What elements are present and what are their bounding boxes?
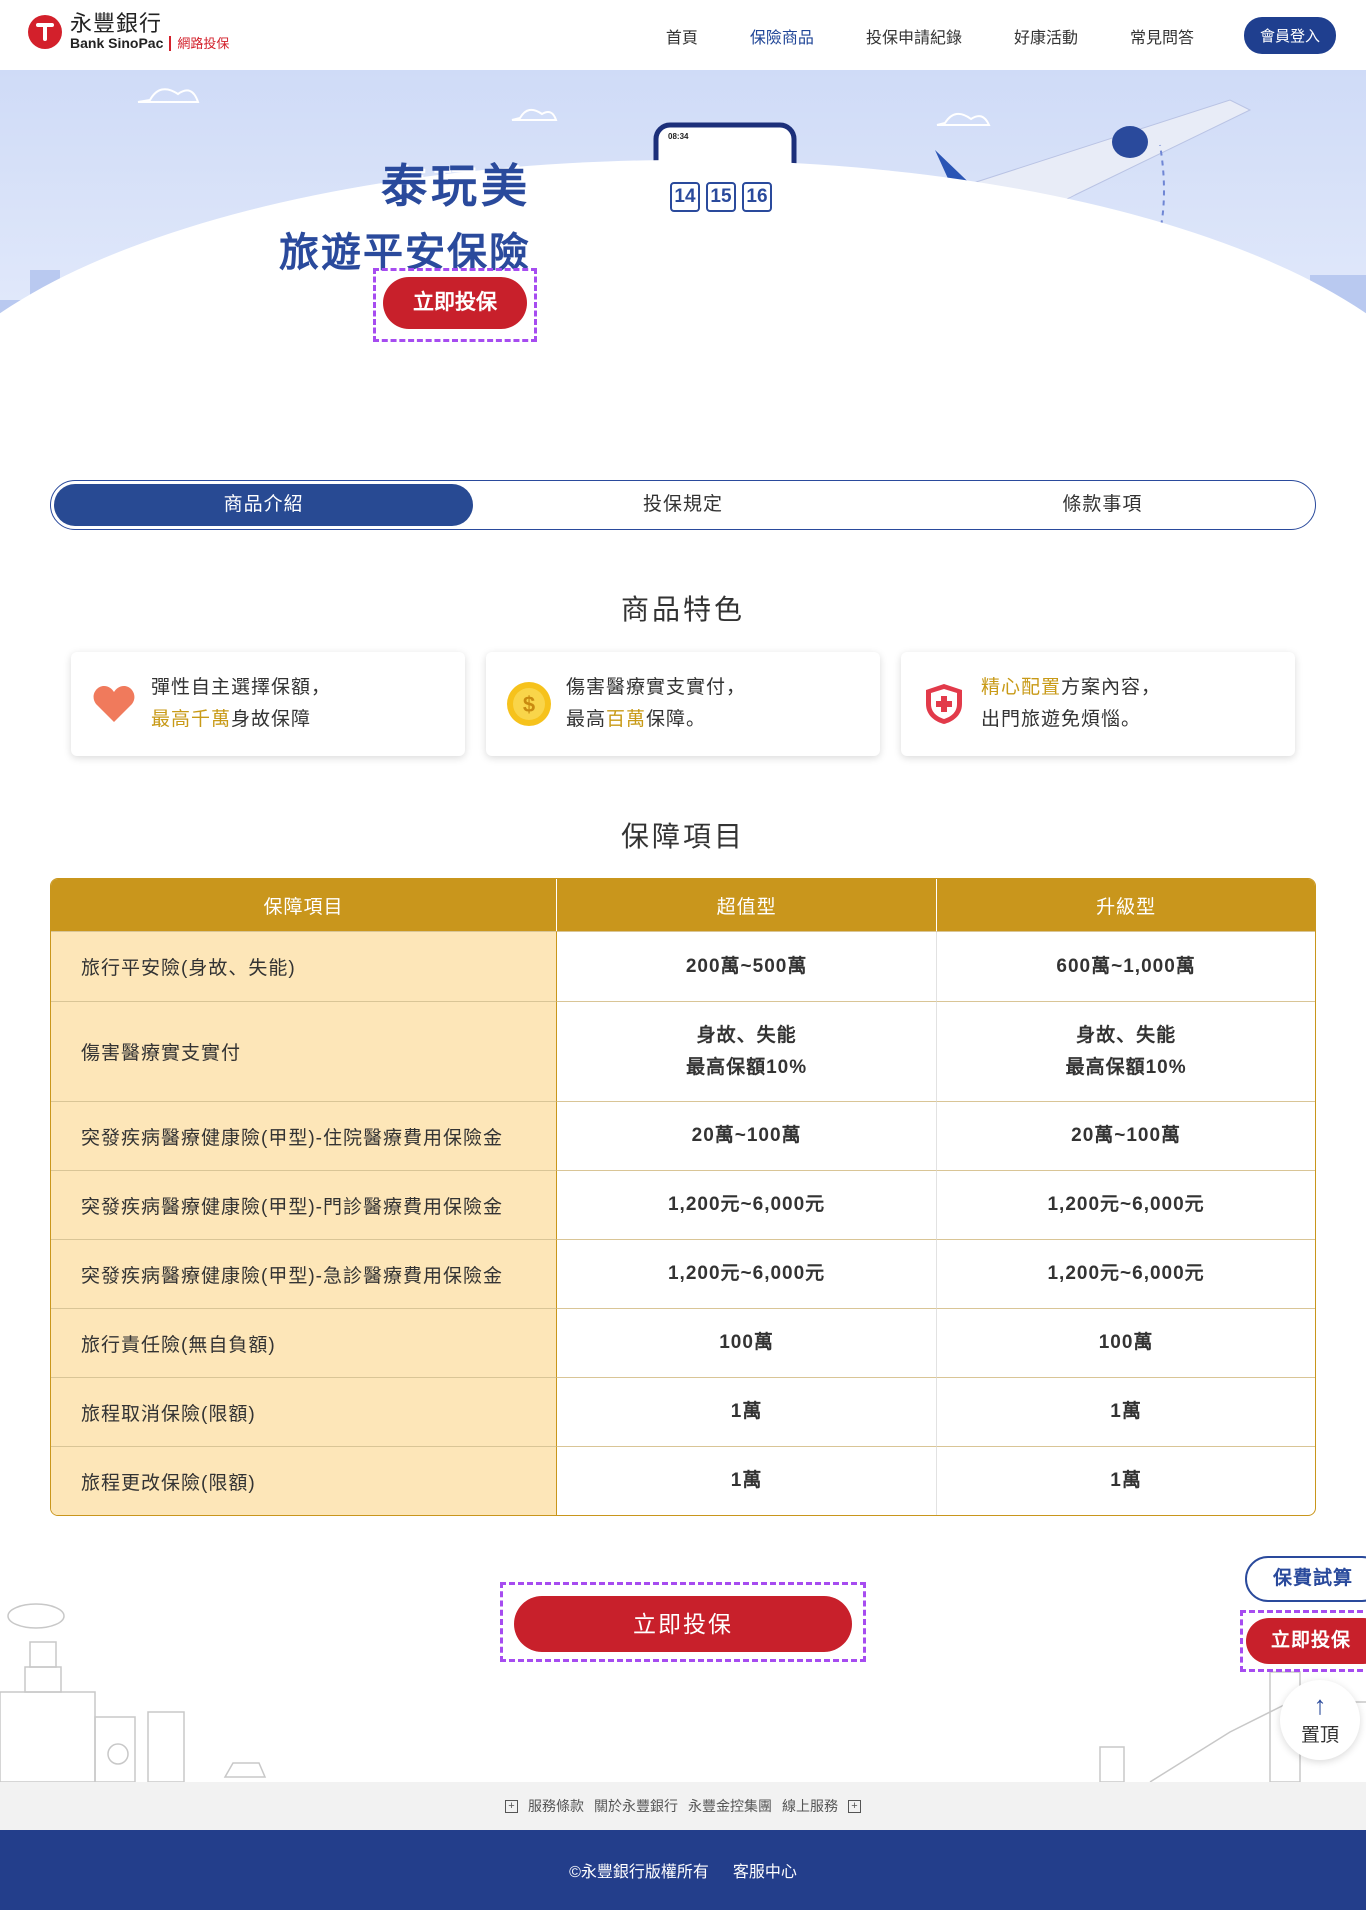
basic-plan-cell: 20萬~100萬 bbox=[557, 1101, 938, 1170]
col-header-item: 保障項目 bbox=[51, 879, 557, 931]
feature-1-rest: 身故保障 bbox=[231, 709, 312, 730]
feature-card: $ 傷害醫療實支實付， 最高百萬保障。 bbox=[486, 652, 880, 756]
coverage-table: 保障項目 超值型 升級型 旅行平安險(身故、失能) 200萬~500萬 600萬~1… bbox=[50, 878, 1316, 1516]
footer-link-online[interactable]: 線上服務 bbox=[782, 1796, 838, 1816]
content-tabs: 商品介紹 投保規定 條款事項 bbox=[50, 480, 1316, 530]
coverage-title: 保障項目 bbox=[620, 821, 745, 852]
upgrade-plan-cell: 1萬 bbox=[937, 1377, 1315, 1446]
sinopac-logo-icon bbox=[28, 14, 62, 49]
expand-icon[interactable]: + bbox=[848, 1799, 861, 1813]
float-apply-button[interactable]: 立即投保 bbox=[1246, 1618, 1366, 1664]
col-header-upgrade: 升級型 bbox=[937, 879, 1315, 931]
shield-icon bbox=[921, 681, 967, 727]
table-row: 旅程取消保險(限額) 1萬 1萬 bbox=[51, 1377, 1315, 1446]
coverage-item-cell: 突發疾病醫療健康險(甲型)-住院醫療費用保險金 bbox=[51, 1101, 557, 1170]
feature-2-highlight: 百萬 bbox=[606, 709, 647, 730]
nav-insurance-products[interactable]: 保險商品 bbox=[750, 24, 814, 48]
site-header: 永豐銀行 Bank SinoPac 網路投保 首頁 保險商品 投保申請紀錄 好康活… bbox=[0, 0, 1366, 70]
feature-3-rest: 方案內容， bbox=[1061, 677, 1162, 698]
feature-3-highlight: 精心配置 bbox=[981, 677, 1062, 698]
basic-plan-cell: 200萬~500萬 bbox=[557, 931, 938, 1001]
upgrade-plan-cell: 1,200元~6,000元 bbox=[937, 1170, 1315, 1239]
feature-2-rest: 保障。 bbox=[646, 709, 707, 730]
calendar-day: 15 bbox=[706, 182, 736, 212]
tab-product-intro[interactable]: 商品介紹 bbox=[54, 484, 474, 526]
arrow-up-icon: ↑ bbox=[1313, 1690, 1327, 1720]
banner-title-block: 泰玩美 旅遊平安保險 bbox=[275, 150, 531, 278]
feature-1-line1: 彈性自主選擇保額， bbox=[151, 677, 332, 698]
banner-apply-button[interactable]: 立即投保 bbox=[383, 277, 527, 329]
phone-calendar: 14 15 16 bbox=[670, 182, 772, 212]
upgrade-plan-cell: 20萬~100萬 bbox=[937, 1101, 1315, 1170]
footer-bar: ©永豐銀行版權所有 客服中心 bbox=[0, 1830, 1366, 1910]
feature-2-line1: 傷害醫療實支實付， bbox=[566, 677, 747, 698]
coin-icon: $ bbox=[506, 681, 552, 727]
tab-terms[interactable]: 條款事項 bbox=[893, 484, 1312, 526]
table-row: 突發疾病醫療健康險(甲型)-門診醫療費用保險金 1,200元~6,000元 1,20… bbox=[51, 1170, 1315, 1239]
feature-card: 精心配置方案內容， 出門旅遊免煩惱。 bbox=[901, 652, 1295, 756]
table-row: 旅程更改保險(限額) 1萬 1萬 bbox=[51, 1446, 1315, 1515]
upgrade-plan-cell: 100萬 bbox=[937, 1308, 1315, 1377]
calendar-day: 16 bbox=[742, 182, 772, 212]
back-to-top-button[interactable]: ↑ 置頂 bbox=[1280, 1680, 1360, 1760]
basic-plan-cell: 1,200元~6,000元 bbox=[557, 1239, 938, 1308]
table-row: 旅行平安險(身故、失能) 200萬~500萬 600萬~1,000萬 bbox=[51, 931, 1315, 1001]
feature-1-highlight: 最高千萬 bbox=[151, 709, 232, 730]
feature-2-pre: 最高 bbox=[566, 709, 607, 730]
basic-plan-cell: 身故、失能 最高保額10% bbox=[557, 1001, 938, 1101]
nav-application-records[interactable]: 投保申請紀錄 bbox=[866, 24, 962, 48]
logo-chinese-name: 永豐銀行 bbox=[70, 11, 163, 36]
upgrade-plan-cell: 身故、失能 最高保額10% bbox=[937, 1001, 1315, 1101]
heart-icon bbox=[91, 681, 137, 727]
basic-plan-cell: 1萬 bbox=[557, 1377, 938, 1446]
table-row: 傷害醫療實支實付 身故、失能 最高保額10% 身故、失能 最高保額10% bbox=[51, 1001, 1315, 1101]
coverage-item-cell: 旅行平安險(身故、失能) bbox=[51, 931, 557, 1001]
col-header-basic: 超值型 bbox=[557, 879, 938, 931]
table-row: 突發疾病醫療健康險(甲型)-急診醫療費用保險金 1,200元~6,000元 1,20… bbox=[51, 1239, 1315, 1308]
logo-english-name: Bank SinoPac bbox=[70, 35, 164, 52]
footer-scenery bbox=[0, 1603, 1366, 1782]
premium-calculator-button[interactable]: 保費試算 bbox=[1245, 1556, 1366, 1602]
upgrade-plan-cell: 1,200元~6,000元 bbox=[937, 1239, 1315, 1308]
back-to-top-label: 置頂 bbox=[1300, 1725, 1339, 1746]
coverage-item-cell: 旅程更改保險(限額) bbox=[51, 1446, 557, 1515]
main-nav: 首頁 保險商品 投保申請紀錄 好康活動 常見問答 會員登入 bbox=[614, 17, 1336, 54]
upgrade-plan-cell: 1萬 bbox=[937, 1446, 1315, 1515]
nav-promotions[interactable]: 好康活動 bbox=[1014, 24, 1078, 48]
nav-faq[interactable]: 常見問答 bbox=[1130, 24, 1194, 48]
coverage-item-cell: 旅程取消保險(限額) bbox=[51, 1377, 557, 1446]
footer-link-about[interactable]: 關於永豐銀行 bbox=[594, 1796, 678, 1816]
nav-home[interactable]: 首頁 bbox=[666, 24, 698, 48]
phone-time: 08:34 bbox=[668, 132, 689, 141]
coverage-item-cell: 旅行責任險(無自負額) bbox=[51, 1308, 557, 1377]
feature-3-line2: 出門旅遊免煩惱。 bbox=[981, 709, 1142, 730]
basic-plan-cell: 100萬 bbox=[557, 1308, 938, 1377]
copyright-text: ©永豐銀行版權所有 bbox=[569, 1864, 709, 1881]
calendar-day: 14 bbox=[670, 182, 700, 212]
basic-plan-cell: 1,200元~6,000元 bbox=[557, 1170, 938, 1239]
logo-subtitle: 網路投保 bbox=[169, 36, 230, 52]
feature-card: 彈性自主選擇保額， 最高千萬身故保障 bbox=[71, 652, 465, 756]
upgrade-plan-cell: 600萬~1,000萬 bbox=[937, 931, 1315, 1001]
customer-service-link[interactable]: 客服中心 bbox=[733, 1858, 797, 1882]
footer-link-group[interactable]: 永豐金控集團 bbox=[688, 1796, 772, 1816]
features-title: 商品特色 bbox=[620, 594, 745, 625]
basic-plan-cell: 1萬 bbox=[557, 1446, 938, 1515]
bank-logo[interactable]: 永豐銀行 Bank SinoPac 網路投保 bbox=[28, 11, 230, 52]
table-header-row: 保障項目 超值型 升級型 bbox=[51, 879, 1315, 931]
banner-title-line1: 泰玩美 bbox=[381, 160, 531, 212]
table-row: 突發疾病醫療健康險(甲型)-住院醫療費用保險金 20萬~100萬 20萬~100萬 bbox=[51, 1101, 1315, 1170]
footer-links: + 服務條款 關於永豐銀行 永豐金控集團 線上服務 + bbox=[0, 1782, 1366, 1830]
coverage-item-cell: 突發疾病醫療健康險(甲型)-急診醫療費用保險金 bbox=[51, 1239, 557, 1308]
hero-banner: 14 15 16 08:34 泰玩美 旅遊平安保險 bbox=[0, 70, 1366, 430]
svg-text:$: $ bbox=[523, 692, 535, 717]
footer-link-terms[interactable]: 服務條款 bbox=[528, 1796, 584, 1816]
table-row: 旅行責任險(無自負額) 100萬 100萬 bbox=[51, 1308, 1315, 1377]
expand-icon[interactable]: + bbox=[505, 1799, 518, 1813]
coverage-item-cell: 突發疾病醫療健康險(甲型)-門診醫療費用保險金 bbox=[51, 1170, 557, 1239]
coverage-item-cell: 傷害醫療實支實付 bbox=[51, 1001, 557, 1101]
tab-application-rules[interactable]: 投保規定 bbox=[473, 484, 892, 526]
member-login-button[interactable]: 會員登入 bbox=[1243, 17, 1336, 54]
